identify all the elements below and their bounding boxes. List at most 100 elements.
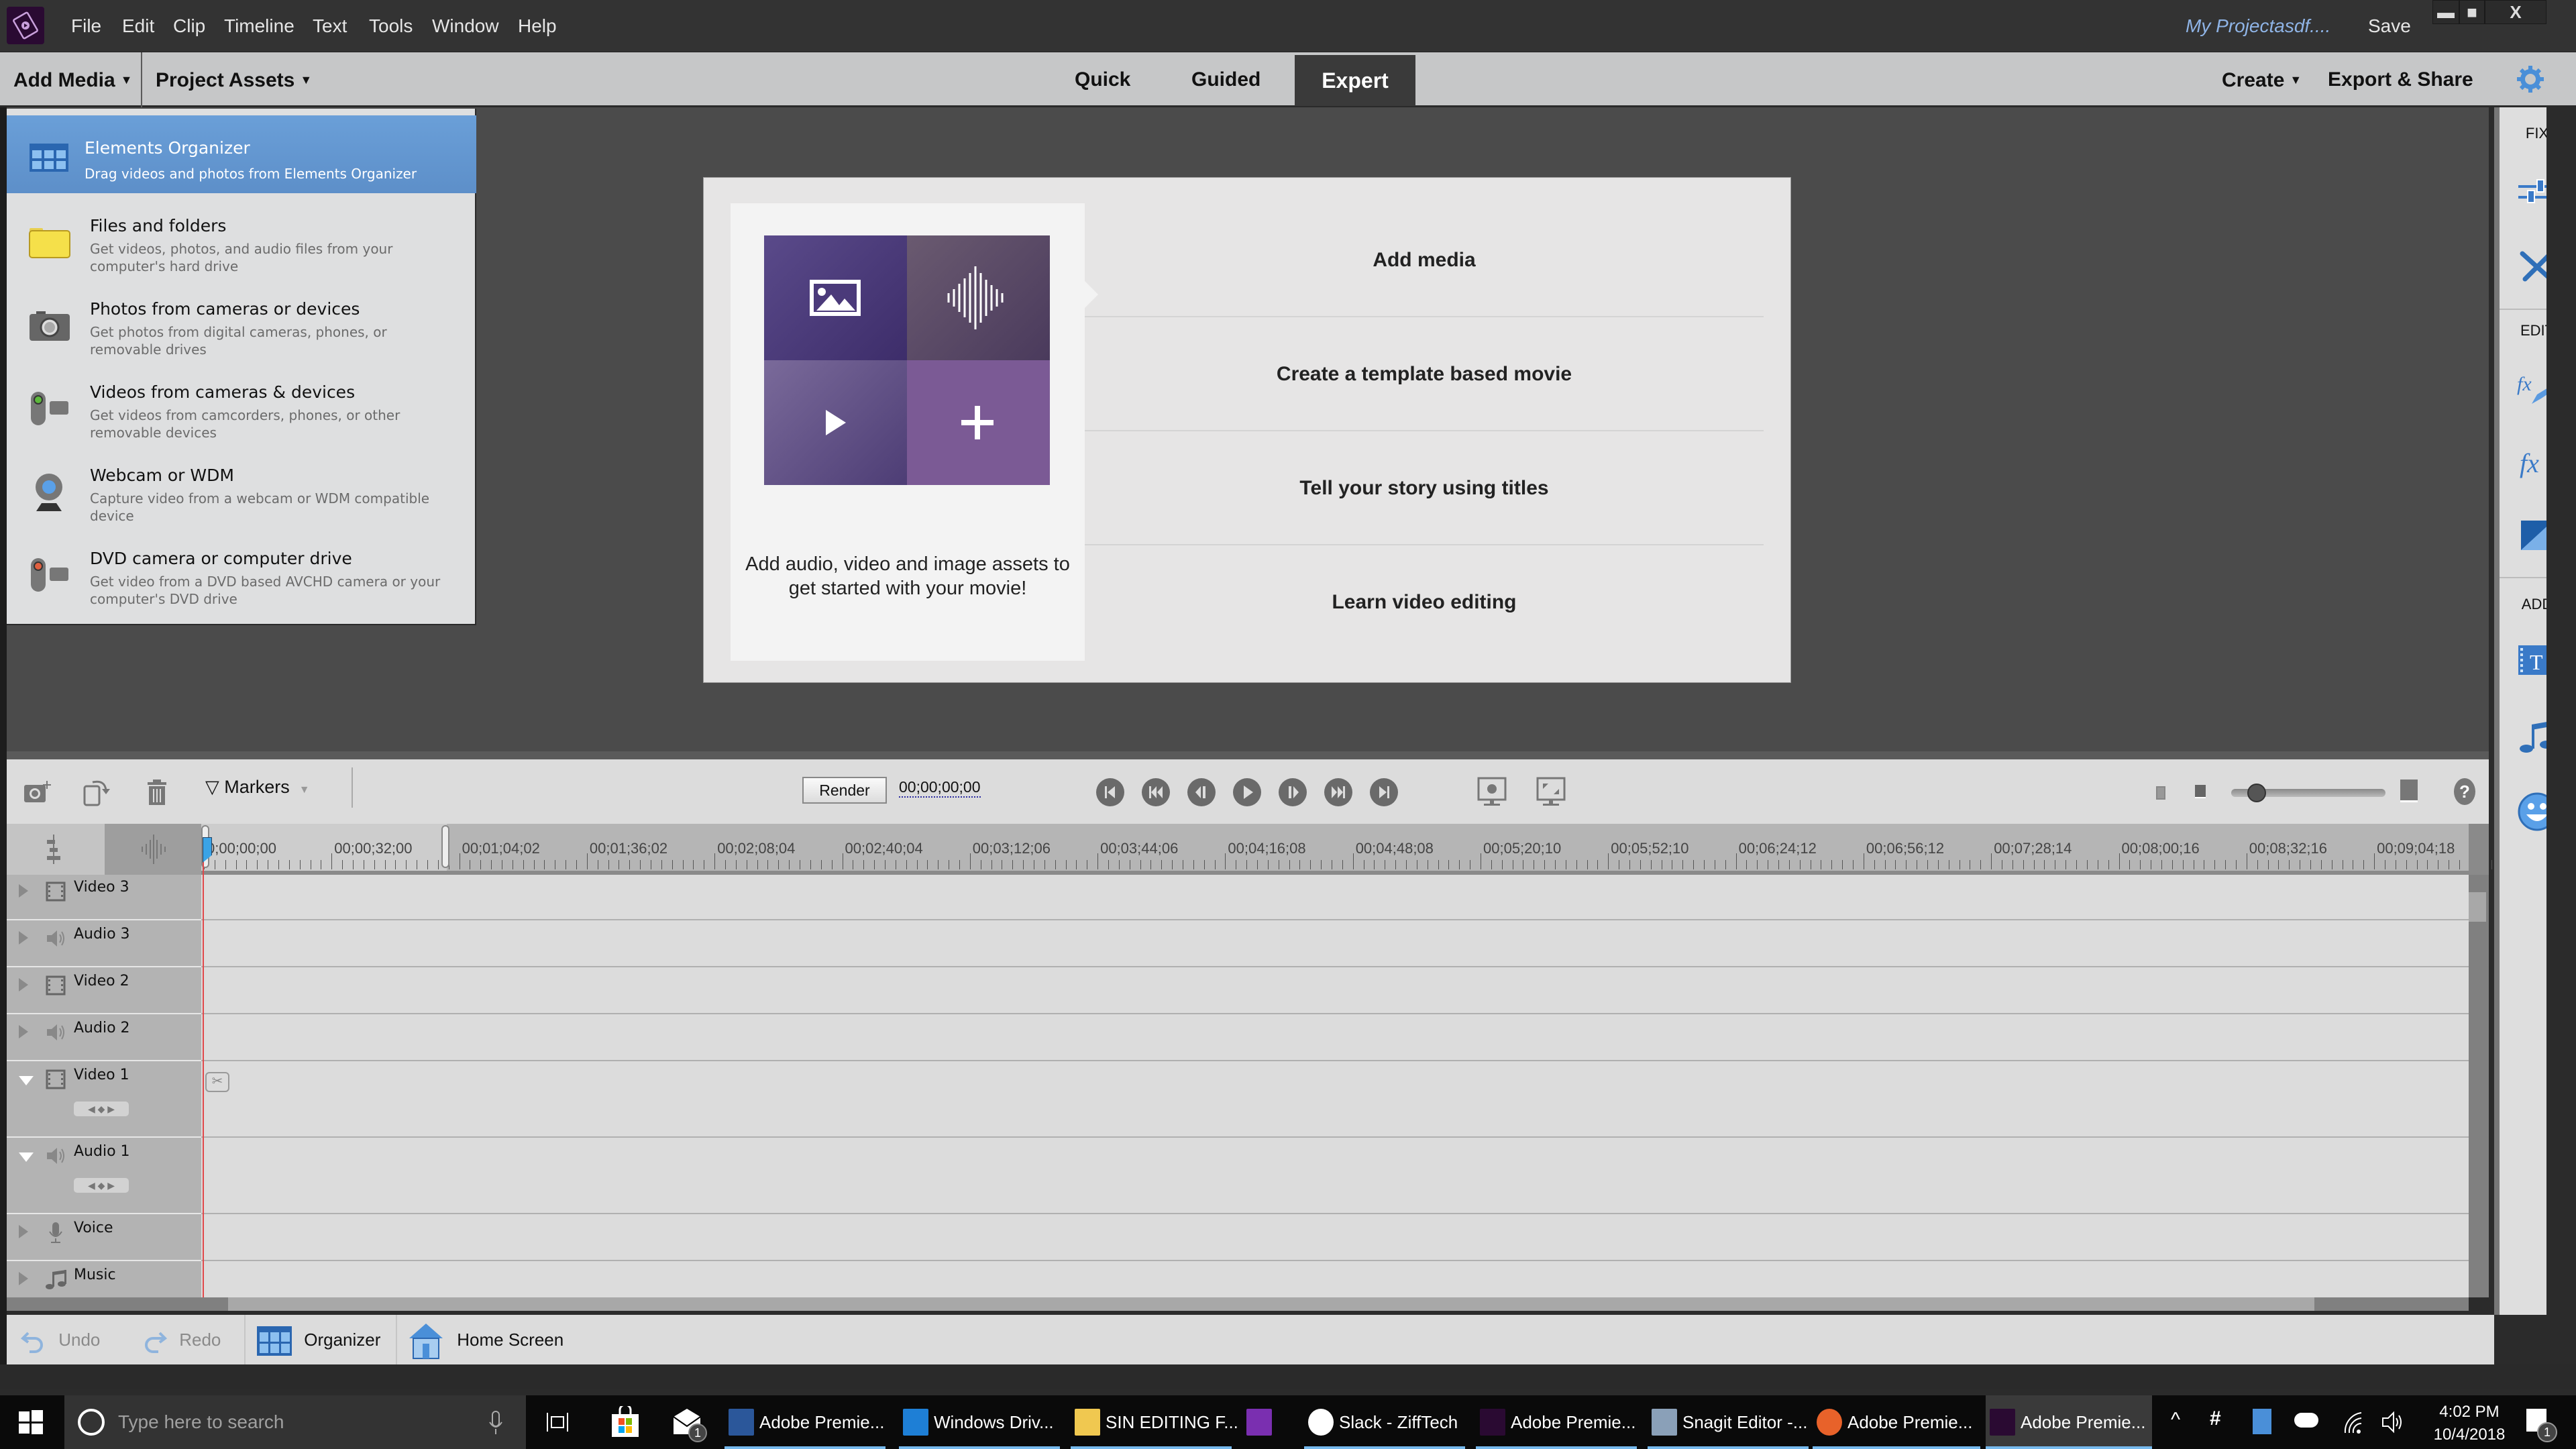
next-edit-icon[interactable] xyxy=(1324,778,1352,806)
track-lane[interactable] xyxy=(201,1216,2469,1261)
menu-help[interactable]: Help xyxy=(518,0,557,52)
menu-window[interactable]: Window xyxy=(432,0,499,52)
track-lane[interactable] xyxy=(201,969,2469,1014)
film-icon[interactable] xyxy=(44,974,67,997)
go-to-start-icon[interactable] xyxy=(1096,778,1124,806)
keyframe-controls[interactable]: ◀ ◆ ▶ xyxy=(74,1102,129,1116)
menu-item-webcam[interactable]: Webcam or WDM Capture video from a webca… xyxy=(7,451,476,534)
onedrive-icon[interactable] xyxy=(2294,1413,2318,1428)
track-header[interactable]: Video 3 xyxy=(7,875,201,920)
undo-button[interactable]: Undo xyxy=(20,1315,100,1364)
play-icon[interactable] xyxy=(1233,778,1261,806)
previous-edit-icon[interactable] xyxy=(1142,778,1170,806)
track-lane[interactable] xyxy=(201,1016,2469,1061)
taskbar-app[interactable]: Adobe Premie... xyxy=(1986,1395,2152,1449)
scissors-icon[interactable]: ✂ xyxy=(205,1072,229,1092)
add-tile[interactable] xyxy=(907,360,1050,485)
speaker-icon[interactable] xyxy=(44,927,67,950)
horizontal-scrollbar-thumb[interactable] xyxy=(228,1297,2314,1311)
expand-arrow-icon[interactable] xyxy=(19,978,28,991)
help-icon[interactable]: ? xyxy=(2454,778,2475,805)
expand-arrow-icon[interactable] xyxy=(19,931,28,945)
option-learn-editing[interactable]: Learn video editing xyxy=(1085,545,1764,659)
track-header[interactable]: Audio 1 ◀ ◆ ▶ xyxy=(7,1139,201,1214)
menu-item-elements-organizer[interactable]: Elements Organizer Drag videos and photo… xyxy=(7,115,476,193)
minimize-button[interactable]: ▬ xyxy=(2432,0,2459,24)
project-assets-button[interactable]: Project Assets ▼ xyxy=(141,52,315,107)
show-hidden-icons-icon[interactable]: ^ xyxy=(2171,1409,2180,1432)
store-icon[interactable] xyxy=(609,1406,641,1438)
fullscreen-preview-icon[interactable] xyxy=(1535,775,1567,808)
clock[interactable]: 4:02 PM 10/4/2018 xyxy=(2419,1401,2520,1446)
menu-clip[interactable]: Clip xyxy=(173,0,205,52)
menu-item-files-folders[interactable]: Files and folders Get videos, photos, an… xyxy=(7,201,476,284)
vertical-scrollbar[interactable] xyxy=(2469,875,2489,1297)
slack-tray-icon[interactable]: # xyxy=(2210,1407,2221,1430)
organizer-button[interactable]: Organizer xyxy=(256,1315,380,1364)
welcome-media-card[interactable]: Add audio, video and image assets to get… xyxy=(731,203,1085,661)
tab-guided[interactable]: Guided xyxy=(1191,52,1260,107)
mail-icon[interactable]: 1 xyxy=(671,1407,708,1445)
expand-arrow-icon[interactable] xyxy=(19,1225,28,1238)
collapse-arrow-icon[interactable] xyxy=(19,1152,34,1162)
option-template-movie[interactable]: Create a template based movie xyxy=(1085,317,1764,431)
zoom-out-icon[interactable] xyxy=(2195,785,2206,798)
rotate-icon[interactable] xyxy=(80,775,113,808)
taskbar-app[interactable] xyxy=(1242,1395,1285,1449)
track-header[interactable]: Voice xyxy=(7,1216,201,1261)
step-back-icon[interactable] xyxy=(1187,778,1216,806)
menu-text[interactable]: Text xyxy=(313,0,347,52)
tab-quick[interactable]: Quick xyxy=(1075,52,1130,107)
menu-item-photos-cameras[interactable]: Photos from cameras or devices Get photo… xyxy=(7,284,476,368)
menu-file[interactable]: File xyxy=(71,0,101,52)
menu-item-dvd-camera[interactable]: DVD camera or computer drive Get video f… xyxy=(7,534,476,617)
track-header[interactable]: Audio 2 xyxy=(7,1016,201,1061)
track-size-icon[interactable] xyxy=(40,835,67,864)
track-lane[interactable] xyxy=(201,875,2469,920)
option-add-media[interactable]: Add media xyxy=(1085,203,1764,317)
taskbar-app[interactable]: SIN EDITING F... xyxy=(1071,1395,1238,1449)
menu-item-videos-cameras[interactable]: Videos from cameras & devices Get videos… xyxy=(7,368,476,451)
speaker-icon[interactable] xyxy=(44,1021,67,1044)
taskbar-app[interactable]: Slack - ZiffTech xyxy=(1304,1395,1465,1449)
wifi-icon[interactable] xyxy=(2341,1409,2364,1436)
render-button[interactable]: Render xyxy=(802,777,887,804)
microphone-icon[interactable] xyxy=(487,1410,504,1436)
playback-settings-icon[interactable] xyxy=(1476,775,1508,808)
microphone-icon[interactable] xyxy=(44,1221,67,1244)
panel-splitter[interactable] xyxy=(7,751,2489,759)
taskbar-app[interactable]: Adobe Premie... xyxy=(1476,1395,1637,1449)
track-area[interactable] xyxy=(201,875,2469,1307)
track-header[interactable]: Video 1 ◀ ◆ ▶ xyxy=(7,1063,201,1138)
music-note-icon[interactable] xyxy=(44,1268,67,1291)
speaker-icon[interactable] xyxy=(44,1144,67,1167)
track-header[interactable]: Audio 3 xyxy=(7,922,201,967)
zoom-fit-icon[interactable] xyxy=(2156,786,2165,800)
go-to-end-icon[interactable] xyxy=(1370,778,1398,806)
maximize-button[interactable]: ■ xyxy=(2459,0,2485,24)
save-button[interactable]: Save xyxy=(2368,0,2411,52)
tab-expert[interactable]: Expert xyxy=(1295,55,1415,106)
snapshot-camera-icon[interactable] xyxy=(21,775,54,808)
collapse-arrow-icon[interactable] xyxy=(19,1076,34,1085)
windows-start-icon[interactable] xyxy=(19,1410,43,1434)
taskbar-app[interactable]: Windows Driv... xyxy=(899,1395,1060,1449)
taskbar-app[interactable]: Snagit Editor -... xyxy=(1648,1395,1809,1449)
vertical-scrollbar-thumb[interactable] xyxy=(2469,892,2486,922)
menu-timeline[interactable]: Timeline xyxy=(224,0,294,52)
trash-icon[interactable] xyxy=(141,775,173,808)
track-lane[interactable] xyxy=(201,1063,2469,1138)
menu-tools[interactable]: Tools xyxy=(369,0,413,52)
track-lane[interactable] xyxy=(201,922,2469,967)
add-media-button[interactable]: Add Media ▼ xyxy=(0,52,140,107)
volume-icon[interactable] xyxy=(2380,1409,2404,1436)
task-view-icon[interactable] xyxy=(546,1410,569,1434)
work-area-end-handle[interactable] xyxy=(441,825,449,868)
expand-arrow-icon[interactable] xyxy=(19,1025,28,1038)
film-icon[interactable] xyxy=(44,880,67,903)
zoom-in-icon[interactable] xyxy=(2400,780,2418,802)
track-lane[interactable] xyxy=(201,1139,2469,1214)
close-button[interactable]: X xyxy=(2485,0,2546,24)
tray-app-icon[interactable] xyxy=(2253,1409,2271,1434)
keyframe-controls[interactable]: ◀ ◆ ▶ xyxy=(74,1178,129,1193)
